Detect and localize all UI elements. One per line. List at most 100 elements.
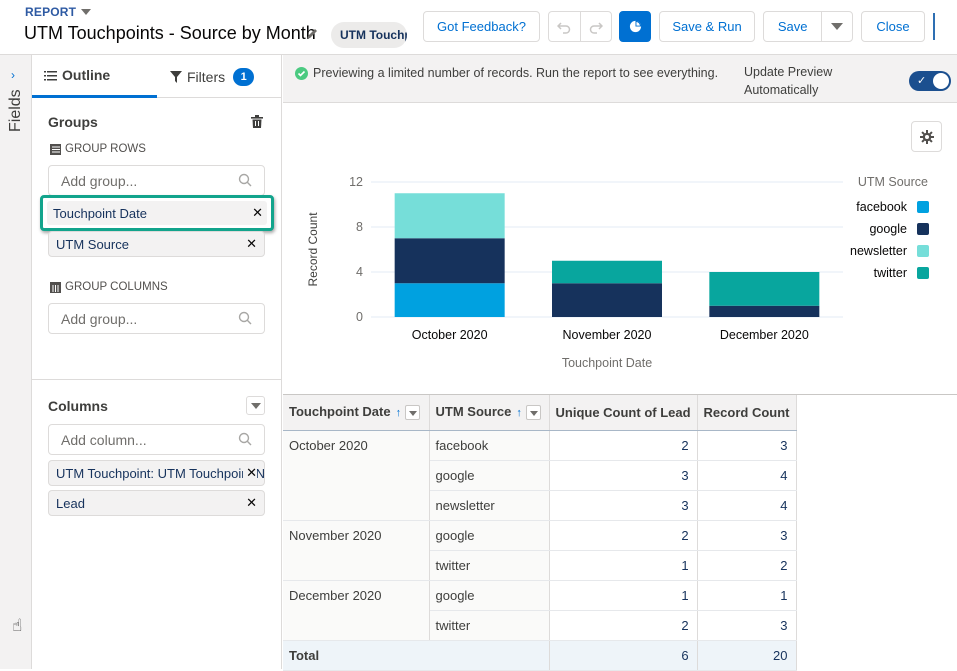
rows-icon [50, 143, 61, 155]
group-rows-label-row: GROUP ROWS [50, 143, 146, 155]
preview-notice: Previewing a limited number of records. … [295, 66, 718, 80]
x-axis-label: Touchpoint Date [562, 356, 652, 370]
cell-utm-source[interactable]: newsletter [429, 490, 550, 521]
remove-icon[interactable]: ✕ [246, 236, 257, 252]
cell-unique-count: 1 [548, 579, 698, 611]
header-divider [933, 13, 935, 40]
report-preview: Previewing a limited number of records. … [283, 55, 957, 671]
tab-filters[interactable]: Filters 1 [170, 55, 282, 98]
tab-outline[interactable]: Outline [32, 55, 157, 98]
update-preview-toggle[interactable]: ✓ [909, 71, 951, 91]
bar-segment-twitter[interactable] [552, 260, 662, 284]
bar-segment-facebook[interactable] [394, 283, 505, 317]
cell-unique-count: 2 [548, 430, 698, 461]
success-check-icon [295, 66, 308, 80]
bar-segment-google[interactable] [394, 238, 505, 284]
total-unique-count: 6 [548, 639, 698, 671]
feedback-button[interactable]: Got Feedback? [423, 11, 540, 42]
group-cell-date[interactable]: October 2020 [283, 430, 430, 521]
chart-settings-button[interactable] [911, 121, 942, 152]
add-group-row-input[interactable]: Add group... [48, 165, 265, 196]
toggle-chart-button[interactable] [619, 11, 651, 42]
trash-icon[interactable] [251, 115, 263, 128]
cell-record-count: 3 [697, 610, 797, 641]
group-row-pill[interactable]: Touchpoint Date [47, 201, 267, 225]
cell-record-count: 1 [697, 579, 797, 611]
pencil-icon[interactable] [305, 27, 319, 41]
x-tick-label: December 2020 [720, 328, 809, 342]
add-group-column-input[interactable]: Add group... [48, 303, 265, 334]
total-record-count: 20 [697, 639, 797, 671]
cell-unique-count: 2 [548, 519, 698, 551]
cell-unique-count: 3 [548, 460, 698, 491]
cell-utm-source[interactable]: twitter [429, 610, 550, 641]
cell-record-count: 4 [697, 490, 797, 521]
column-header-unique-count[interactable]: Unique Count of Lead [548, 395, 698, 431]
preview-notice-text: Previewing a limited number of records. … [313, 66, 719, 80]
remove-icon[interactable]: ✕ [243, 465, 257, 481]
check-icon: ✓ [917, 75, 927, 87]
report-type-chip[interactable]: UTM Touchpoints [331, 22, 407, 48]
cell-utm-source[interactable]: twitter [429, 550, 550, 581]
group-row-pill-highlighted[interactable]: Touchpoint Date ✕ [40, 195, 274, 231]
x-tick-label: November 2020 [563, 328, 652, 342]
cell-utm-source[interactable]: google [429, 519, 550, 551]
legend-swatch-twitter[interactable] [917, 267, 929, 279]
pie-chart-icon [629, 20, 641, 33]
y-tick-label: 8 [356, 220, 363, 234]
group-row-label: UTM Source [56, 237, 129, 252]
sort-asc-icon[interactable]: ↑ [396, 407, 402, 419]
cell-utm-source[interactable]: google [429, 460, 550, 491]
chevron-right-icon[interactable]: › [11, 68, 15, 82]
remove-icon[interactable]: ✕ [246, 495, 257, 511]
object-type-label: REPORT [25, 5, 77, 19]
save-and-run-button[interactable]: Save & Run [659, 11, 755, 42]
remove-icon[interactable]: ✕ [252, 205, 263, 221]
column-header-record-count[interactable]: Record Count [697, 395, 797, 431]
sort-asc-icon[interactable]: ↑ [516, 407, 522, 419]
hand-cursor-icon: ☝ [12, 616, 23, 635]
column-header-touchpoint-date[interactable]: Touchpoint Date ↑ [283, 395, 430, 431]
gear-icon [919, 129, 934, 144]
column-menu-button[interactable] [525, 405, 541, 421]
columns-title: Columns [48, 398, 108, 414]
add-column-placeholder: Add column... [61, 432, 147, 448]
bar-segment-google[interactable] [709, 305, 820, 317]
legend-swatch-google[interactable] [917, 223, 929, 235]
bar-segment-google[interactable] [552, 283, 662, 317]
filters-count-badge: 1 [233, 67, 255, 86]
caret-down-icon [81, 9, 92, 15]
y-axis-label: Record Count [306, 212, 320, 287]
group-row-pill[interactable]: UTM Source ✕ [48, 231, 265, 257]
column-pill[interactable]: Lead ✕ [48, 490, 265, 516]
close-button[interactable]: Close [861, 11, 925, 42]
undo-redo-group [548, 11, 612, 42]
legend-swatch-facebook[interactable] [917, 201, 929, 213]
bar-segment-newsletter[interactable] [394, 193, 505, 239]
update-preview-label: Update Preview Automatically [744, 65, 833, 97]
cell-utm-source[interactable]: google [429, 579, 550, 611]
cell-utm-source[interactable]: facebook [429, 430, 550, 461]
column-menu-button[interactable] [405, 405, 421, 421]
group-cell-date[interactable]: December 2020 [283, 579, 430, 641]
bar-segment-twitter[interactable] [709, 272, 820, 306]
table-row: October 2020 facebook 2 3 [283, 430, 797, 521]
fields-panel-collapsed[interactable]: › Fields ☝ [0, 55, 32, 669]
columns-options-dropdown[interactable] [246, 396, 265, 415]
table-header-row: Touchpoint Date ↑ UTM Source ↑ Unique Coun… [283, 395, 797, 431]
cell-record-count: 3 [697, 430, 797, 461]
redo-button[interactable] [579, 12, 612, 41]
column-header-utm-source[interactable]: UTM Source ↑ [429, 395, 550, 431]
undo-button[interactable] [549, 12, 580, 41]
column-pill[interactable]: UTM Touchpoint: UTM Touchpoint Name ✕ [48, 460, 265, 486]
legend-swatch-newsletter[interactable] [917, 245, 929, 257]
redo-icon [589, 21, 603, 34]
save-options-dropdown[interactable] [821, 12, 852, 41]
save-button[interactable]: Save [764, 12, 821, 41]
legend-label: facebook [856, 200, 907, 214]
group-cell-date[interactable]: November 2020 [283, 519, 430, 581]
legend-title: UTM Source [858, 175, 928, 189]
add-column-input[interactable]: Add column... [48, 424, 265, 455]
search-icon [238, 311, 252, 325]
object-type-menu[interactable]: REPORT [25, 5, 92, 19]
